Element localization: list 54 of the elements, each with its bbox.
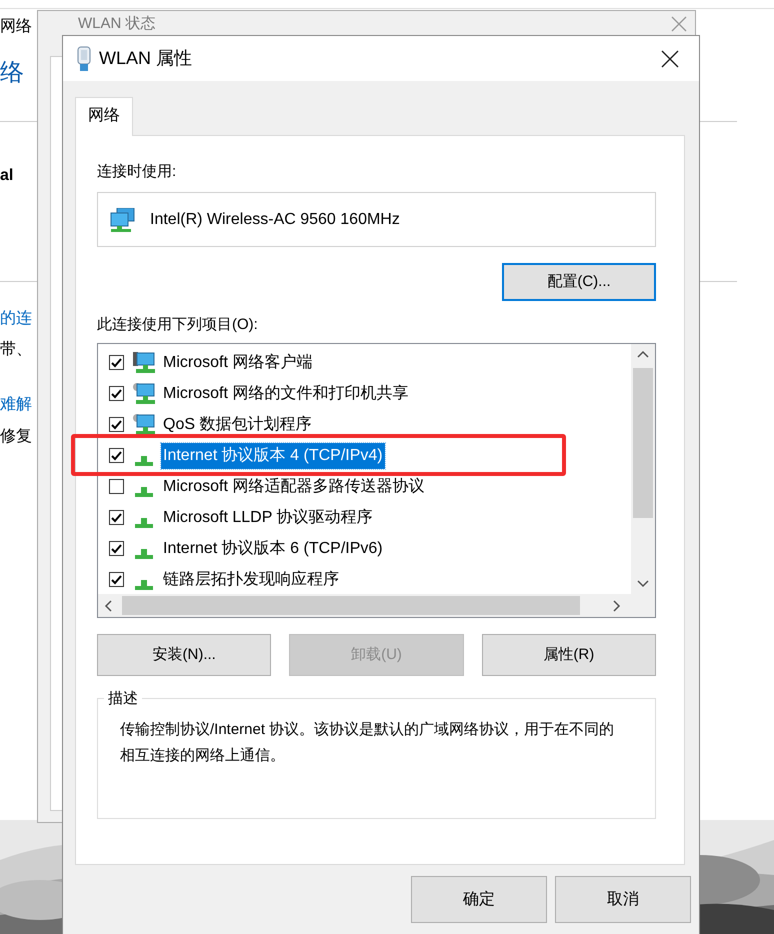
- network-computer-icon: [110, 208, 136, 232]
- list-item[interactable]: Microsoft 网络客户端: [161, 350, 314, 376]
- section-heading: al: [0, 166, 14, 186]
- list-item[interactable]: Microsoft 网络的文件和打印机共享: [161, 380, 410, 406]
- list-item[interactable]: Internet 协议版本 6 (TCP/IPv6): [161, 536, 385, 562]
- scroll-thumb[interactable]: [122, 596, 580, 615]
- link[interactable]: 的连: [0, 307, 32, 331]
- list-item[interactable]: 链路层拓扑发现响应程序: [161, 566, 341, 592]
- adapter-field: Intel(R) Wireless-AC 9560 160MHz: [97, 192, 656, 247]
- scroll-left-icon[interactable]: [104, 600, 112, 612]
- checkbox[interactable]: [109, 448, 124, 463]
- list-item[interactable]: QoS 数据包计划程序: [161, 412, 314, 438]
- dialog-button[interactable]: 属性(R): [482, 634, 656, 676]
- scroll-down-icon[interactable]: [637, 580, 649, 588]
- checkbox[interactable]: [109, 572, 124, 587]
- checkbox[interactable]: [109, 417, 124, 432]
- list-item[interactable]: Microsoft 网络适配器多路传送器协议: [161, 474, 426, 500]
- protocol-icon: [135, 456, 153, 466]
- horizontal-scrollbar[interactable]: [98, 594, 655, 617]
- protocol-icon: [135, 486, 153, 496]
- checkbox[interactable]: [109, 386, 124, 401]
- list-item[interactable]: Microsoft LLDP 协议驱动程序: [161, 504, 375, 530]
- protocol-icon: [135, 580, 153, 590]
- list-item[interactable]: Internet 协议版本 4 (TCP/IPv4): [161, 442, 385, 468]
- tab[interactable]: 网络: [75, 97, 133, 136]
- protocol-icon: [135, 518, 153, 528]
- field-label: 连接时使用:: [97, 162, 178, 182]
- scroll-thumb[interactable]: [633, 368, 653, 518]
- network-client-icon: [133, 350, 155, 374]
- dialog-button[interactable]: 确定: [411, 876, 547, 923]
- network-adapter-icon: [77, 46, 91, 72]
- protocol-icon: [135, 548, 153, 558]
- dialog-title: WLAN 属性: [99, 47, 194, 70]
- body-text: 修复: [0, 427, 32, 447]
- checkbox[interactable]: [109, 510, 124, 525]
- checkbox[interactable]: [109, 355, 124, 370]
- window-title: WLAN 状态: [78, 14, 156, 34]
- description-text: 传输控制协议/Internet 协议。该协议是默认的广域网络协议，用于在不同的相互连接的网络上通信。: [120, 720, 616, 766]
- scroll-right-icon[interactable]: [613, 600, 621, 612]
- close-icon[interactable]: [661, 50, 679, 68]
- network-service-icon: [133, 412, 155, 436]
- window-title: 网络: [0, 17, 32, 37]
- checkbox[interactable]: [109, 541, 124, 556]
- body-text: 带、: [0, 340, 32, 360]
- link[interactable]: 难解: [0, 393, 32, 417]
- field-label: 此连接使用下列项目(O):: [97, 315, 259, 335]
- heading-link[interactable]: 络: [0, 55, 24, 91]
- configure-button[interactable]: 配置(C)...: [502, 263, 656, 301]
- vertical-scrollbar[interactable]: [631, 344, 655, 594]
- network-service-icon: [133, 382, 155, 406]
- dialog-button[interactable]: 取消: [555, 876, 691, 923]
- dialog-button[interactable]: 安装(N)...: [97, 634, 272, 676]
- checkbox[interactable]: [109, 479, 124, 494]
- scroll-up-icon[interactable]: [637, 350, 649, 358]
